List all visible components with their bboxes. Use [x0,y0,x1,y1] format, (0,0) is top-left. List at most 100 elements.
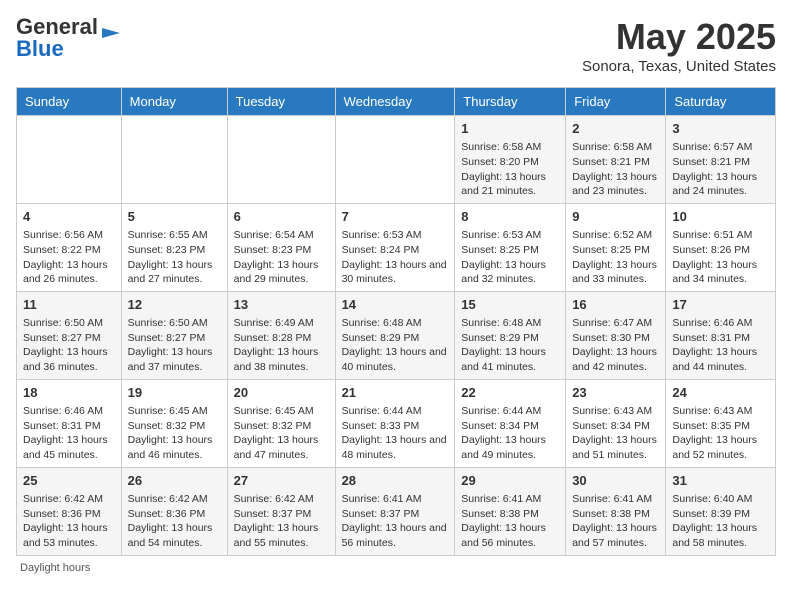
day-number: 13 [234,296,329,314]
day-info: Sunrise: 6:56 AM Sunset: 8:22 PM Dayligh… [23,229,108,285]
logo-text: GeneralBlue [16,16,98,60]
day-number: 27 [234,472,329,490]
calendar-cell: 7 Sunrise: 6:53 AM Sunset: 8:24 PM Daylig… [335,203,455,291]
day-info: Sunrise: 6:57 AM Sunset: 8:21 PM Dayligh… [672,141,757,197]
day-info: Sunrise: 6:46 AM Sunset: 8:31 PM Dayligh… [672,317,757,373]
day-info: Sunrise: 6:44 AM Sunset: 8:33 PM Dayligh… [342,405,447,461]
day-number: 14 [342,296,449,314]
day-info: Sunrise: 6:41 AM Sunset: 8:37 PM Dayligh… [342,493,447,549]
calendar-cell: 15Sunrise: 6:48 AM Sunset: 8:29 PM Dayli… [455,291,566,379]
day-info: Sunrise: 6:41 AM Sunset: 8:38 PM Dayligh… [572,493,657,549]
calendar-cell [227,116,335,204]
day-number: 11 [23,296,115,314]
day-number: 21 [342,384,449,402]
logo: GeneralBlue [16,16,122,60]
day-info: Sunrise: 6:44 AM Sunset: 8:34 PM Dayligh… [461,405,546,461]
day-number: 2 [572,120,659,138]
calendar-cell: 9 Sunrise: 6:52 AM Sunset: 8:25 PM Daylig… [566,203,666,291]
calendar-cell: 30Sunrise: 6:41 AM Sunset: 8:38 PM Dayli… [566,467,666,555]
calendar-cell: 23 Sunrise: 6:43 AM Sunset: 8:34 PM Dayli… [566,379,666,467]
day-info: Sunrise: 6:49 AM Sunset: 8:28 PM Dayligh… [234,317,319,373]
day-info: Sunrise: 6:50 AM Sunset: 8:27 PM Dayligh… [23,317,108,373]
day-info: Sunrise: 6:52 AM Sunset: 8:25 PM Dayligh… [572,229,657,285]
day-number: 23 [572,384,659,402]
day-info: Sunrise: 6:48 AM Sunset: 8:29 PM Dayligh… [342,317,447,373]
day-number: 16 [572,296,659,314]
day-info: Sunrise: 6:43 AM Sunset: 8:35 PM Dayligh… [672,405,757,461]
calendar-cell: 2 Sunrise: 6:58 AM Sunset: 8:21 PM Daylig… [566,116,666,204]
logo-icon [100,22,122,44]
day-number: 9 [572,208,659,226]
day-number: 24 [672,384,769,402]
day-info: Sunrise: 6:45 AM Sunset: 8:32 PM Dayligh… [128,405,213,461]
day-number: 4 [23,208,115,226]
day-info: Sunrise: 6:45 AM Sunset: 8:32 PM Dayligh… [234,405,319,461]
title-block: May 2025 Sonora, Texas, United States [582,16,776,75]
calendar-cell [17,116,122,204]
day-header-saturday: Saturday [666,88,776,116]
month-year: May 2025 [582,16,776,58]
day-info: Sunrise: 6:42 AM Sunset: 8:36 PM Dayligh… [128,493,213,549]
calendar-cell: 4 Sunrise: 6:56 AM Sunset: 8:22 PM Daylig… [17,203,122,291]
day-number: 29 [461,472,559,490]
day-number: 3 [672,120,769,138]
calendar-cell: 17 Sunrise: 6:46 AM Sunset: 8:31 PM Dayli… [666,291,776,379]
day-header-thursday: Thursday [455,88,566,116]
day-number: 25 [23,472,115,490]
day-header-friday: Friday [566,88,666,116]
day-number: 10 [672,208,769,226]
day-number: 15 [461,296,559,314]
calendar-cell: 20 Sunrise: 6:45 AM Sunset: 8:32 PM Dayli… [227,379,335,467]
day-header-sunday: Sunday [17,88,122,116]
calendar-cell: 1 Sunrise: 6:58 AM Sunset: 8:20 PM Daylig… [455,116,566,204]
page-header: GeneralBlue May 2025 Sonora, Texas, Unit… [16,16,776,75]
day-info: Sunrise: 6:53 AM Sunset: 8:25 PM Dayligh… [461,229,546,285]
day-info: Sunrise: 6:58 AM Sunset: 8:21 PM Dayligh… [572,141,657,197]
day-header-wednesday: Wednesday [335,88,455,116]
day-info: Sunrise: 6:55 AM Sunset: 8:23 PM Dayligh… [128,229,213,285]
day-number: 6 [234,208,329,226]
calendar-cell: 14 Sunrise: 6:48 AM Sunset: 8:29 PM Dayli… [335,291,455,379]
calendar-cell: 11 Sunrise: 6:50 AM Sunset: 8:27 PM Dayli… [17,291,122,379]
footer-note: Daylight hours [16,562,776,574]
day-info: Sunrise: 6:47 AM Sunset: 8:30 PM Dayligh… [572,317,657,373]
day-number: 18 [23,384,115,402]
location: Sonora, Texas, United States [582,58,776,75]
day-info: Sunrise: 6:58 AM Sunset: 8:20 PM Dayligh… [461,141,546,197]
calendar-cell: 13 Sunrise: 6:49 AM Sunset: 8:28 PM Dayli… [227,291,335,379]
day-info: Sunrise: 6:53 AM Sunset: 8:24 PM Dayligh… [342,229,447,285]
day-number: 31 [672,472,769,490]
calendar-cell: 22Sunrise: 6:44 AM Sunset: 8:34 PM Dayli… [455,379,566,467]
calendar-cell: 31 Sunrise: 6:40 AM Sunset: 8:39 PM Dayli… [666,467,776,555]
day-number: 12 [128,296,221,314]
calendar-cell: 12Sunrise: 6:50 AM Sunset: 8:27 PM Dayli… [121,291,227,379]
day-info: Sunrise: 6:54 AM Sunset: 8:23 PM Dayligh… [234,229,319,285]
day-number: 19 [128,384,221,402]
calendar-cell: 6 Sunrise: 6:54 AM Sunset: 8:23 PM Daylig… [227,203,335,291]
day-info: Sunrise: 6:40 AM Sunset: 8:39 PM Dayligh… [672,493,757,549]
day-number: 5 [128,208,221,226]
day-info: Sunrise: 6:43 AM Sunset: 8:34 PM Dayligh… [572,405,657,461]
day-number: 28 [342,472,449,490]
calendar-cell: 24 Sunrise: 6:43 AM Sunset: 8:35 PM Dayli… [666,379,776,467]
calendar-cell: 3 Sunrise: 6:57 AM Sunset: 8:21 PM Daylig… [666,116,776,204]
calendar-cell: 5 Sunrise: 6:55 AM Sunset: 8:23 PM Daylig… [121,203,227,291]
calendar-table: SundayMondayTuesdayWednesdayThursdayFrid… [16,87,776,556]
day-number: 20 [234,384,329,402]
calendar-cell: 18 Sunrise: 6:46 AM Sunset: 8:31 PM Dayli… [17,379,122,467]
calendar-cell: 29Sunrise: 6:41 AM Sunset: 8:38 PM Dayli… [455,467,566,555]
day-number: 1 [461,120,559,138]
calendar-cell: 28 Sunrise: 6:41 AM Sunset: 8:37 PM Dayli… [335,467,455,555]
day-number: 17 [672,296,769,314]
day-info: Sunrise: 6:46 AM Sunset: 8:31 PM Dayligh… [23,405,108,461]
calendar-cell: 26 Sunrise: 6:42 AM Sunset: 8:36 PM Dayli… [121,467,227,555]
calendar-cell [335,116,455,204]
calendar-cell: 19 Sunrise: 6:45 AM Sunset: 8:32 PM Dayli… [121,379,227,467]
day-number: 26 [128,472,221,490]
day-header-monday: Monday [121,88,227,116]
day-info: Sunrise: 6:42 AM Sunset: 8:36 PM Dayligh… [23,493,108,549]
day-number: 7 [342,208,449,226]
calendar-cell: 21 Sunrise: 6:44 AM Sunset: 8:33 PM Dayli… [335,379,455,467]
calendar-cell: 16 Sunrise: 6:47 AM Sunset: 8:30 PM Dayli… [566,291,666,379]
day-header-tuesday: Tuesday [227,88,335,116]
